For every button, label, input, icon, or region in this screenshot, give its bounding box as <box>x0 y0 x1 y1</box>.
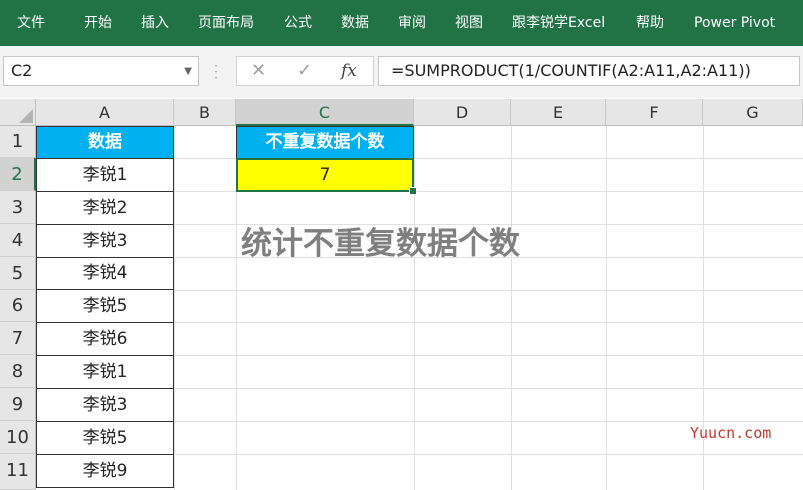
fill-handle[interactable] <box>409 187 417 195</box>
gridline <box>606 126 607 490</box>
row-header-9[interactable]: 9 <box>0 388 36 421</box>
tab-custom[interactable]: 跟李锐学Excel <box>512 0 605 46</box>
tab-page-layout[interactable]: 页面布局 <box>198 0 254 46</box>
cell-a1[interactable]: 数据 <box>36 126 174 159</box>
cell-c2-value: 7 <box>319 165 331 185</box>
check-icon[interactable]: ✓ <box>297 57 312 85</box>
column-header-g[interactable]: G <box>703 99 803 126</box>
cell-a6[interactable]: 李锐5 <box>36 289 174 323</box>
tab-data[interactable]: 数据 <box>341 0 369 46</box>
name-box-value: C2 <box>11 61 33 80</box>
cell-c1[interactable]: 不重复数据个数 <box>236 126 414 159</box>
row-header-11[interactable]: 11 <box>0 454 36 490</box>
tab-formulas[interactable]: 公式 <box>284 0 312 46</box>
cell-a10[interactable]: 李锐5 <box>36 421 174 455</box>
ribbon-tabs: 文件 开始 插入 页面布局 公式 数据 审阅 视图 跟李锐学Excel 帮助 P… <box>0 0 803 46</box>
chevron-down-icon[interactable]: ▼ <box>184 66 192 77</box>
column-header-f[interactable]: F <box>606 99 703 126</box>
tab-review[interactable]: 审阅 <box>398 0 426 46</box>
cell-a3[interactable]: 李锐2 <box>36 191 174 225</box>
tab-help[interactable]: 帮助 <box>636 0 664 46</box>
formula-buttons: ✕ ✓ fx <box>236 56 374 86</box>
cell-a11[interactable]: 李锐9 <box>36 454 174 488</box>
row-header-8[interactable]: 8 <box>0 355 36 388</box>
gridline <box>511 126 512 490</box>
row-header-1[interactable]: 1 <box>0 126 36 158</box>
cell-c2-selected[interactable]: 7 <box>236 158 417 195</box>
cell-a9[interactable]: 李锐3 <box>36 388 174 422</box>
column-header-d[interactable]: D <box>414 99 511 126</box>
row-header-7[interactable]: 7 <box>0 322 36 355</box>
row-header-6[interactable]: 6 <box>0 290 36 322</box>
triangle-icon <box>19 109 33 123</box>
tab-power-pivot[interactable]: Power Pivot <box>694 0 775 46</box>
fx-icon[interactable]: fx <box>341 57 357 85</box>
tab-file[interactable]: 文件 <box>17 0 45 46</box>
row-header-4[interactable]: 4 <box>0 224 36 257</box>
worksheet-grid[interactable]: A B C D E F G 1 2 3 4 5 6 7 8 9 10 11 数据… <box>0 99 803 490</box>
gridline <box>414 126 415 490</box>
name-box[interactable]: C2 ▼ <box>3 56 199 86</box>
cell-a7[interactable]: 李锐6 <box>36 322 174 356</box>
row-header-5[interactable]: 5 <box>0 257 36 290</box>
cell-a4[interactable]: 李锐3 <box>36 224 174 258</box>
cell-a8[interactable]: 李锐1 <box>36 355 174 389</box>
annotation-text: 统计不重复数据个数 <box>241 226 520 262</box>
close-icon[interactable]: ✕ <box>251 57 266 85</box>
select-all-corner[interactable] <box>0 99 36 126</box>
watermark: Yuucn.com <box>690 424 772 442</box>
column-header-c[interactable]: C <box>236 99 414 126</box>
column-header-a[interactable]: A <box>36 99 174 126</box>
tab-insert[interactable]: 插入 <box>141 0 169 46</box>
formula-input[interactable]: =SUMPRODUCT(1/COUNTIF(A2:A11,A2:A11)) <box>378 56 800 86</box>
tab-home[interactable]: 开始 <box>84 0 112 46</box>
cell-a2[interactable]: 李锐1 <box>36 158 174 192</box>
grip-icon[interactable]: · · · <box>214 60 218 84</box>
gridline <box>174 126 175 490</box>
tab-view[interactable]: 视图 <box>455 0 483 46</box>
column-header-e[interactable]: E <box>511 99 606 126</box>
row-header-2[interactable]: 2 <box>0 158 36 191</box>
cell-a5[interactable]: 李锐4 <box>36 257 174 290</box>
column-header-b[interactable]: B <box>174 99 236 126</box>
row-header-10[interactable]: 10 <box>0 421 36 454</box>
row-header-3[interactable]: 3 <box>0 191 36 224</box>
formula-bar-row: C2 ▼ · · · ✕ ✓ fx =SUMPRODUCT(1/COUNTIF(A2… <box>0 46 803 98</box>
